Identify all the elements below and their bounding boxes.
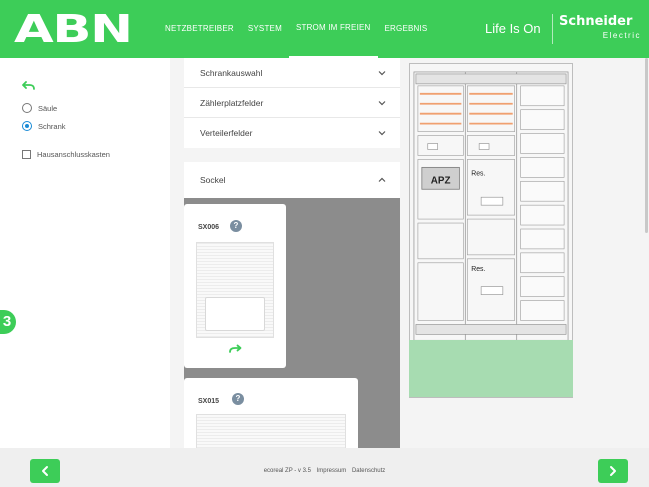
radio-button-selected[interactable] <box>22 121 32 131</box>
cabinet-plinth <box>409 340 573 397</box>
chevron-right-icon <box>610 466 616 476</box>
help-icon[interactable]: ? <box>232 393 244 405</box>
res-label-top: Res. <box>471 170 485 177</box>
chevron-down-icon <box>378 100 386 105</box>
checkbox-hausanschlusskasten[interactable]: Hausanschlusskasten <box>22 150 110 159</box>
product-code: SX006 <box>198 224 220 231</box>
tagline: Life Is On <box>485 21 541 36</box>
product-code: SX015 <box>198 398 220 405</box>
product-list: SX006 ? SX015 ? <box>184 198 400 448</box>
product-image-detail <box>205 297 265 331</box>
radio-button[interactable] <box>22 103 32 113</box>
footer-links: ecoreal ZP - v 3.5 Impressum Datenschutz <box>0 468 649 474</box>
footer: ecoreal ZP - v 3.5 Impressum Datenschutz <box>0 448 649 487</box>
help-icon[interactable]: ? <box>230 220 242 232</box>
radio-label: Schrank <box>38 121 66 131</box>
radio-saeule[interactable]: Säule <box>22 103 57 113</box>
product-image <box>196 414 346 448</box>
product-card-sx006[interactable]: SX006 ? <box>184 204 286 368</box>
apz-label: APZ <box>431 175 451 186</box>
next-button[interactable] <box>598 459 628 483</box>
scrollbar[interactable] <box>645 58 648 233</box>
options-panel: Säule Schrank Hausanschlusskasten 3 <box>0 58 170 448</box>
product-card-sx015[interactable]: SX015 ? <box>184 378 358 448</box>
accordion-schrankauswahl[interactable]: Schrankauswahl <box>184 58 400 88</box>
impressum-link[interactable]: Impressum <box>317 468 347 474</box>
accordion-label: Verteilerfelder <box>200 128 253 138</box>
schneider-electric-logo: Schneider Electric <box>559 13 643 47</box>
nav-netzbetreiber[interactable]: NETZBETREIBER <box>158 0 241 58</box>
undo-icon[interactable] <box>22 80 36 92</box>
step-badge: 3 <box>0 310 16 334</box>
brand-divider <box>552 14 553 44</box>
logo-text: ABN <box>14 7 133 51</box>
checkbox[interactable] <box>22 150 31 159</box>
accordion-label: Schrankauswahl <box>200 67 263 78</box>
radio-schrank[interactable]: Schrank <box>22 121 66 131</box>
redo-icon[interactable] <box>228 344 242 354</box>
main-nav: NETZBETREIBER SYSTEM STROM IM FREIEN ERG… <box>158 0 434 58</box>
accordion-group-sockel: Sockel <box>184 162 400 198</box>
brand-name: Schneider <box>559 14 633 29</box>
res-label-bottom: Res. <box>471 266 485 273</box>
checkbox-label: Hausanschlusskasten <box>37 150 110 159</box>
nav-ergebnis[interactable]: ERGEBNIS <box>378 0 435 58</box>
brand-sub: Electric <box>602 31 641 40</box>
accordion-sockel[interactable]: Sockel <box>184 162 400 198</box>
accordion-group: Schrankauswahl Zählerplatzfelder Verteil… <box>184 58 400 148</box>
radio-label: Säule <box>38 103 58 113</box>
app-header: ABN NETZBETREIBER SYSTEM STROM IM FREIEN… <box>0 0 649 58</box>
nav-strom-im-freien[interactable]: STROM IM FREIEN <box>288 0 378 58</box>
chevron-down-icon <box>378 131 386 136</box>
nav-system[interactable]: SYSTEM <box>241 0 289 58</box>
accordion-verteilerfelder[interactable]: Verteilerfelder <box>184 118 400 148</box>
version-text: ecoreal ZP - v 3.5 <box>263 468 311 474</box>
product-image <box>196 242 274 338</box>
accordion-label: Zählerplatzfelder <box>200 97 264 108</box>
abn-logo: ABN <box>14 7 133 51</box>
accordion-label: Sockel <box>200 175 226 185</box>
chevron-down-icon <box>378 70 386 75</box>
chevron-up-icon <box>378 177 386 182</box>
accordion-zaehlerplatzfelder[interactable]: Zählerplatzfelder <box>184 88 400 118</box>
datenschutz-link[interactable]: Datenschutz <box>352 468 385 474</box>
